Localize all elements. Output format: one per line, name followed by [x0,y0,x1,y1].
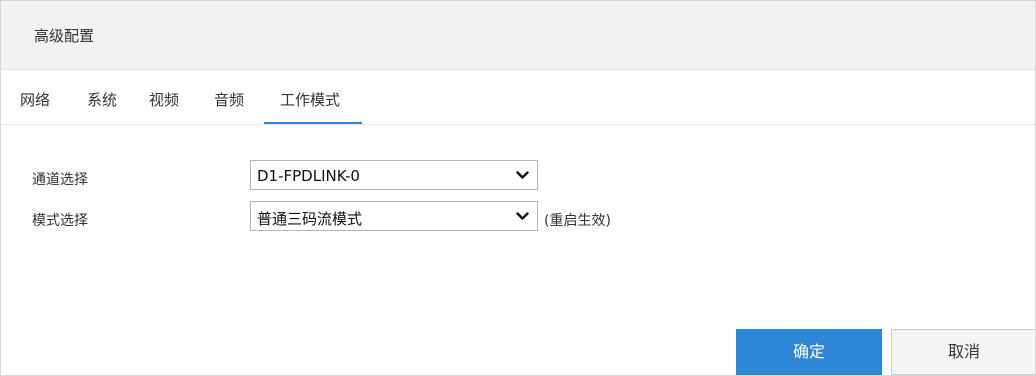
channel-select-label: 通道选择 [32,172,88,188]
tab-video[interactable]: 视频 [149,89,179,110]
chevron-down-icon [516,171,529,179]
tab-system[interactable]: 系统 [87,89,117,110]
mode-select[interactable]: 普通三码流模式 [250,201,538,231]
tab-network[interactable]: 网络 [20,89,50,110]
tab-bar: 网络 系统 视频 音频 工作模式 [1,70,1035,125]
tab-work-mode[interactable]: 工作模式 [280,89,340,110]
mode-select-label: 模式选择 [32,213,88,229]
dialog-title: 高级配置 [34,27,95,45]
mode-select-value: 普通三码流模式 [257,210,363,228]
chevron-down-icon [516,212,529,220]
cancel-button[interactable]: 取消 [891,329,1035,375]
restart-required-hint: (重启生效) [544,213,611,229]
channel-select[interactable]: D1-FPDLINK-0 [250,160,538,190]
dialog-header: 高级配置 [1,1,1035,70]
confirm-button[interactable]: 确定 [736,329,882,375]
channel-select-value: D1-FPDLINK-0 [257,167,360,185]
tab-audio[interactable]: 音频 [214,89,244,110]
advanced-config-dialog: 高级配置 网络 系统 视频 音频 工作模式 通道选择 D1-FPDLINK-0 … [0,0,1036,376]
active-tab-indicator [264,122,362,124]
